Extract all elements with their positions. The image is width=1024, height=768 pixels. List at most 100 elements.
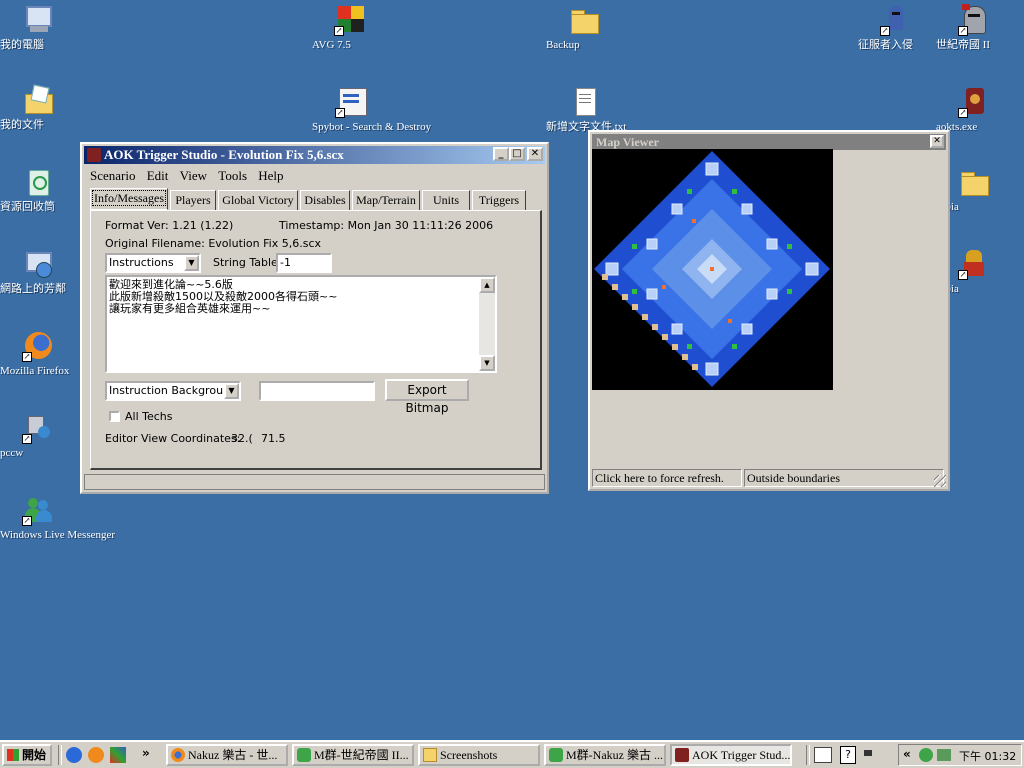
aok-app-icon — [87, 148, 101, 162]
message-type-select[interactable]: Instructions ▼ — [105, 253, 201, 273]
media-player-icon[interactable] — [110, 747, 126, 763]
scroll-down-icon[interactable]: ▼ — [479, 355, 495, 371]
menu-edit[interactable]: Edit — [147, 168, 169, 183]
all-techs-checkbox[interactable] — [109, 411, 120, 422]
tab-players[interactable]: Players — [170, 190, 216, 210]
folder-icon — [568, 4, 600, 36]
map-refresh-status[interactable]: Click here to force refresh. — [592, 469, 742, 487]
quicklaunch-chevron-icon[interactable]: » — [142, 746, 150, 760]
map-viewer-titlebar[interactable]: Map Viewer — [592, 134, 946, 150]
all-techs-label: All Techs — [125, 410, 173, 423]
desktop-icon-spybot[interactable]: ↗ Spybot - Search & Destroy — [312, 86, 431, 133]
aok-status-bar — [84, 474, 545, 490]
tibia-icon: ↗ — [958, 248, 990, 280]
coord-y: 71.5 — [261, 432, 286, 445]
desktop-icon-windows-live-messenger[interactable]: ↗ Windows Live Messenger — [0, 494, 115, 541]
map-diamond — [594, 151, 830, 387]
task-m-group-aoe[interactable]: M群-世紀帝國 II... — [292, 744, 414, 766]
keyboard-icon[interactable] — [814, 747, 832, 763]
task-nakuz[interactable]: Nakuz 樂古 - 世... — [166, 744, 288, 766]
close-button[interactable]: ✕ — [930, 135, 944, 148]
desktop-icon-age-of-empires-2[interactable]: ↗ 世紀帝國 II — [936, 4, 1012, 51]
message-line: 讓玩家有更多組合英雄來運用~~ — [109, 302, 271, 315]
messenger-icon — [549, 748, 563, 762]
export-bitmap-button[interactable]: Export Bitmap — [385, 379, 469, 415]
menu-view[interactable]: View — [180, 168, 207, 183]
text-file-icon — [568, 86, 600, 118]
desktop-icon-avg[interactable]: ↗ AVG 7.5 — [312, 4, 388, 51]
editor-coords-label: Editor View Coordinates: — [105, 432, 241, 445]
desktop-icon-aokts[interactable]: ↗ aokts.exe — [936, 86, 1012, 133]
tab-triggers[interactable]: Triggers — [472, 190, 526, 210]
network-icon — [22, 248, 54, 280]
desktop-icon-pccw[interactable]: ↗ pccw — [0, 412, 76, 459]
aok-titlebar[interactable]: AOK Trigger Studio - Evolution Fix 5,6.s… — [84, 146, 545, 164]
desktop-icon-conquerors[interactable]: ↗ 征服者入侵 — [858, 4, 934, 51]
aok-window-title: AOK Trigger Studio - Evolution Fix 5,6.s… — [104, 147, 344, 162]
map-canvas[interactable] — [592, 149, 833, 390]
desktop-icon-my-documents[interactable]: 我的文件 — [0, 84, 76, 131]
tab-strip: Info/Messages Players Global Victory Dis… — [90, 188, 542, 212]
format-version: Format Ver: 1.21 (1.22) — [105, 219, 234, 232]
vertical-scrollbar[interactable]: ▲ ▼ — [479, 277, 495, 371]
menu-tools[interactable]: Tools — [218, 168, 247, 183]
helmet-icon: ↗ — [958, 4, 990, 36]
firefox-quicklaunch-icon[interactable] — [88, 747, 104, 763]
task-m-group-nakuz[interactable]: M群-Nakuz 樂古 ... — [544, 744, 666, 766]
desktop-icon-backup[interactable]: Backup — [546, 4, 622, 51]
minimize-button[interactable]: _ — [493, 147, 509, 161]
recycle-bin-icon — [22, 166, 54, 198]
info-messages-panel: Format Ver: 1.21 (1.22) Timestamp: Mon J… — [90, 210, 542, 470]
map-viewer-window: Map Viewer ✕ Click here to force refresh… — [588, 130, 950, 491]
language-bar-icon[interactable] — [864, 746, 876, 762]
tab-map-terrain[interactable]: Map/Terrain — [352, 190, 420, 210]
close-button[interactable]: ✕ — [527, 147, 543, 161]
messenger-icon: ↗ — [22, 494, 54, 526]
folder-documents-icon — [22, 84, 54, 116]
folder-icon — [958, 166, 990, 198]
tab-units[interactable]: Units — [422, 190, 470, 210]
bitmap-path-input[interactable] — [259, 381, 375, 401]
background-select[interactable]: Instruction Background ▼ — [105, 381, 241, 401]
spybot-icon: ↗ — [335, 86, 367, 118]
desktop-icon-my-computer[interactable]: 我的電腦 — [0, 4, 76, 51]
internet-explorer-icon[interactable] — [66, 747, 82, 763]
map-boundary-status: Outside boundaries — [744, 469, 944, 487]
task-aok-trigger-studio[interactable]: AOK Trigger Stud... — [670, 744, 792, 766]
network-tray-icon[interactable] — [937, 749, 951, 761]
system-tray: « 下午 01:32 — [898, 744, 1022, 766]
menu-help[interactable]: Help — [258, 168, 283, 183]
desktop-icon-network-places[interactable]: 網路上的芳鄰 — [0, 248, 76, 295]
task-screenshots[interactable]: Screenshots — [418, 744, 540, 766]
taskbar-separator — [806, 745, 810, 765]
desktop-icon-firefox[interactable]: ↗ Mozilla Firefox — [0, 330, 76, 377]
start-button[interactable]: 開始 — [2, 744, 52, 766]
clock[interactable]: 下午 01:32 — [959, 748, 1016, 764]
help-icon[interactable]: ? — [840, 746, 856, 764]
desktop-icon-new-text-file[interactable]: 新增文字文件.txt — [546, 86, 626, 133]
dropdown-arrow-icon[interactable]: ▼ — [184, 255, 199, 271]
messenger-tray-icon[interactable] — [919, 748, 933, 762]
tray-expand-icon[interactable]: « — [903, 747, 911, 761]
tab-global-victory[interactable]: Global Victory — [218, 190, 298, 210]
knight-helmet-icon: ↗ — [880, 4, 912, 36]
folder-icon — [423, 748, 437, 762]
aok-trigger-studio-window: AOK Trigger Studio - Evolution Fix 5,6.s… — [80, 142, 549, 494]
firefox-icon — [171, 748, 185, 762]
pccw-icon: ↗ — [22, 412, 54, 444]
tab-info-messages[interactable]: Info/Messages — [90, 188, 168, 210]
avg-icon: ↗ — [334, 4, 366, 36]
maximize-button[interactable]: □ — [509, 147, 525, 161]
menu-scenario[interactable]: Scenario — [90, 168, 135, 183]
aokts-icon — [675, 748, 689, 762]
desktop-icon-recycle-bin[interactable]: 資源回收筒 — [0, 166, 76, 213]
map-viewer-title: Map Viewer — [596, 135, 659, 149]
message-textarea[interactable]: 歡迎來到進化論~~5.6版 此版新增殺敵1500以及殺敵2000各得石頭~~ 讓… — [105, 275, 497, 373]
firefox-icon: ↗ — [22, 330, 54, 362]
tab-disables[interactable]: Disables — [300, 190, 350, 210]
string-table-input[interactable]: -1 — [276, 253, 332, 273]
resize-grip-icon[interactable] — [934, 475, 946, 487]
dropdown-arrow-icon[interactable]: ▼ — [224, 383, 239, 399]
scroll-up-icon[interactable]: ▲ — [479, 277, 495, 293]
windows-flag-icon — [7, 749, 19, 761]
